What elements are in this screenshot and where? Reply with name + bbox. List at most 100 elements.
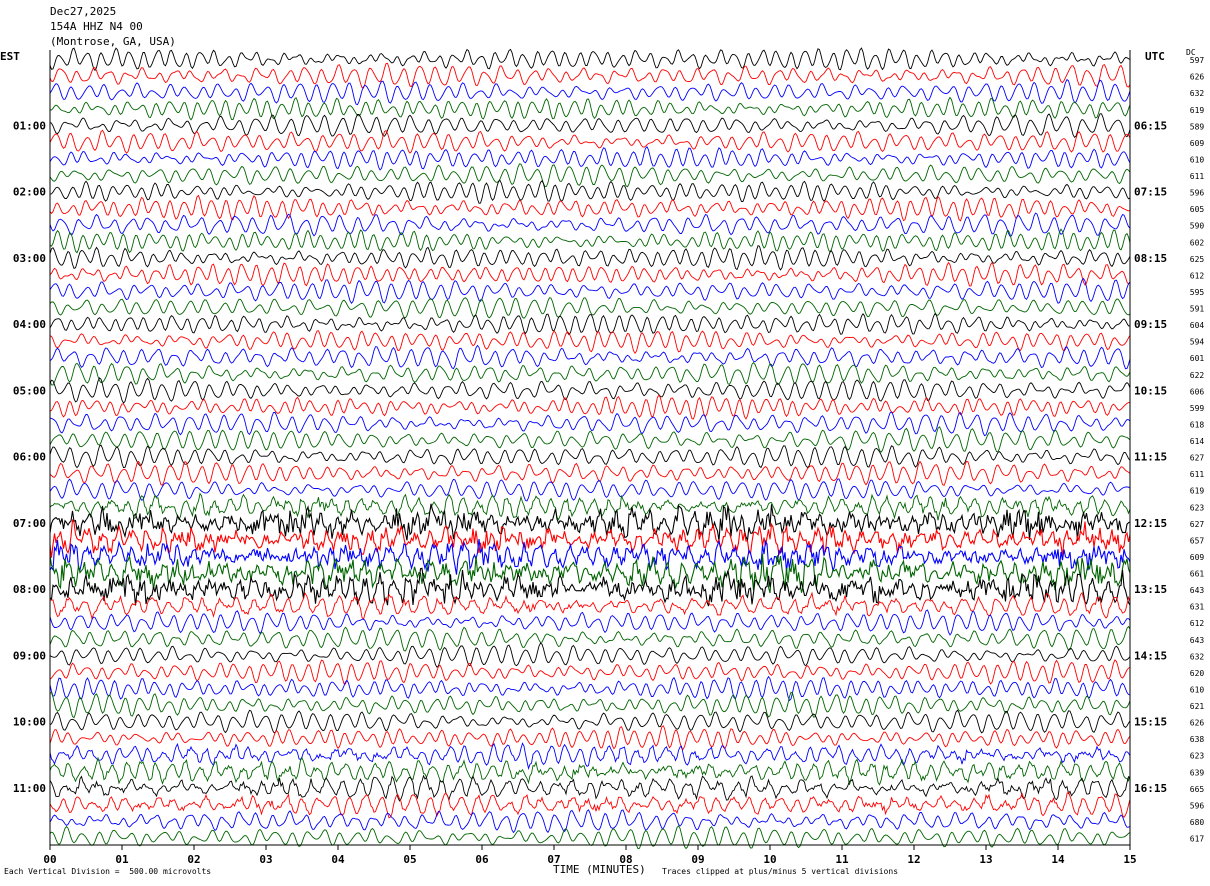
x-tick-label: 10 <box>763 853 776 866</box>
x-axis-title: TIME (MINUTES) <box>553 863 646 876</box>
hour-label-right: 09:15 <box>1134 318 1167 331</box>
dc-offset-value: 612 <box>1190 619 1205 628</box>
dc-offset-value: 596 <box>1190 801 1205 810</box>
plot-frame <box>49 50 1131 850</box>
hour-label-left: 08:00 <box>13 583 46 596</box>
hour-label-left: 05:00 <box>13 384 46 397</box>
x-tick-label: 14 <box>1051 853 1065 866</box>
dc-offset-value: 609 <box>1190 553 1205 562</box>
hour-label-right: 16:15 <box>1134 782 1167 795</box>
seismic-trace <box>49 478 1131 502</box>
seismic-trace <box>49 742 1131 771</box>
hour-label-right: 10:15 <box>1134 384 1167 397</box>
dc-offset-value: 610 <box>1190 685 1205 694</box>
dc-offset-value: 626 <box>1190 719 1205 728</box>
dc-offset-value: 594 <box>1190 338 1205 347</box>
x-tick-label: 00 <box>43 853 56 866</box>
x-tick-label: 04 <box>331 853 345 866</box>
x-tick-label: 13 <box>979 853 992 866</box>
dc-offset-value: 622 <box>1190 371 1205 380</box>
hour-label-right: 08:15 <box>1134 252 1167 265</box>
seismic-trace <box>49 591 1131 621</box>
dc-offset-value: 606 <box>1190 387 1205 396</box>
dc-offset-value: 620 <box>1190 669 1205 678</box>
dc-offset-value: 618 <box>1190 420 1205 429</box>
dc-offset-value: 643 <box>1190 586 1205 595</box>
dc-offset-value: 625 <box>1190 255 1205 264</box>
seismic-trace <box>49 344 1131 370</box>
hour-label-left: 07:00 <box>13 517 46 530</box>
dc-offset-value: 638 <box>1190 735 1205 744</box>
hour-label-right: 07:15 <box>1134 186 1167 199</box>
dc-offset-value: 643 <box>1190 636 1205 645</box>
dc-offset-value: 602 <box>1190 238 1205 247</box>
hour-label-right: 13:15 <box>1134 583 1167 596</box>
dc-offset-value: 590 <box>1190 222 1205 231</box>
seismic-trace <box>49 312 1130 336</box>
hour-label-right: 11:15 <box>1134 451 1167 464</box>
hour-label-left: 06:00 <box>13 451 46 464</box>
dc-offset-value: 609 <box>1190 139 1205 148</box>
hour-label-right: 14:15 <box>1134 649 1167 662</box>
hour-label-left: 02:00 <box>13 186 46 199</box>
dc-offset-value: 621 <box>1190 702 1205 711</box>
x-tick-label: 03 <box>259 853 272 866</box>
dc-offset-value: 623 <box>1190 503 1205 512</box>
x-tick-label: 11 <box>835 853 849 866</box>
dc-offset-value: 680 <box>1190 818 1205 827</box>
seismic-trace <box>49 774 1131 802</box>
seismic-trace <box>49 725 1131 751</box>
seismic-trace <box>49 609 1131 636</box>
seismic-trace <box>49 47 1131 72</box>
seismic-trace <box>49 146 1131 171</box>
seismic-trace <box>49 567 1131 607</box>
seismic-trace <box>49 756 1131 786</box>
dc-offset-value: 595 <box>1190 288 1205 297</box>
dc-offset-value: 657 <box>1190 536 1205 545</box>
x-tick-label: 15 <box>1123 853 1136 866</box>
trace-group <box>49 47 1131 850</box>
x-tick-label: 12 <box>907 853 920 866</box>
dc-offset-value: 617 <box>1190 835 1205 844</box>
seismic-trace <box>49 212 1131 237</box>
dc-offset-value: 599 <box>1190 404 1205 413</box>
hour-label-left: 03:00 <box>13 252 46 265</box>
hour-label-right: 06:15 <box>1134 119 1167 132</box>
clip-note: Traces clipped at plus/minus 5 vertical … <box>662 867 899 876</box>
dc-offset-value: 597 <box>1190 56 1205 65</box>
seismic-trace <box>49 62 1131 89</box>
dc-offset-value: 632 <box>1190 89 1205 98</box>
seismic-trace <box>49 675 1131 702</box>
hour-label-right: 12:15 <box>1134 517 1167 530</box>
x-tick-label: 05 <box>403 853 416 866</box>
helicorder-plot: 00 01 02 03 04 05 06 07 08 09 10 11 12 13 14 1501:0002:… <box>13 47 1205 866</box>
dc-offset-value: 611 <box>1190 172 1205 181</box>
dc-offset-value: 619 <box>1190 106 1205 115</box>
seismic-trace <box>49 460 1131 487</box>
hour-label-left: 11:00 <box>13 782 46 795</box>
dc-offset-value: 604 <box>1190 321 1205 330</box>
seismic-trace <box>49 228 1131 254</box>
seismic-trace <box>49 444 1131 469</box>
dc-offset-value: 591 <box>1190 305 1205 314</box>
dc-offset-value: 639 <box>1190 768 1205 777</box>
dc-offset-value: 626 <box>1190 73 1205 82</box>
hour-label-left: 04:00 <box>13 318 46 331</box>
dc-offset-value: 631 <box>1190 603 1205 612</box>
seismic-trace <box>49 129 1131 154</box>
dc-offset-value: 623 <box>1190 752 1205 761</box>
dc-offset-value: 665 <box>1190 785 1205 794</box>
seismic-trace <box>49 261 1131 287</box>
hour-label-right: 15:15 <box>1134 716 1167 729</box>
hour-label-left: 10:00 <box>13 716 46 729</box>
scale-note: Each Vertical Division = 500.00 microvol… <box>4 867 212 876</box>
hour-label-left: 09:00 <box>13 649 46 662</box>
dc-offset-value: 627 <box>1190 520 1205 529</box>
dc-offset-value: 596 <box>1190 189 1205 198</box>
seismic-trace <box>49 394 1131 420</box>
seismic-trace <box>49 809 1131 834</box>
dc-offset-value: 589 <box>1190 122 1205 131</box>
dc-offset-value: 632 <box>1190 652 1205 661</box>
dc-offset-value: 619 <box>1190 487 1205 496</box>
dc-offset-value: 601 <box>1190 354 1205 363</box>
